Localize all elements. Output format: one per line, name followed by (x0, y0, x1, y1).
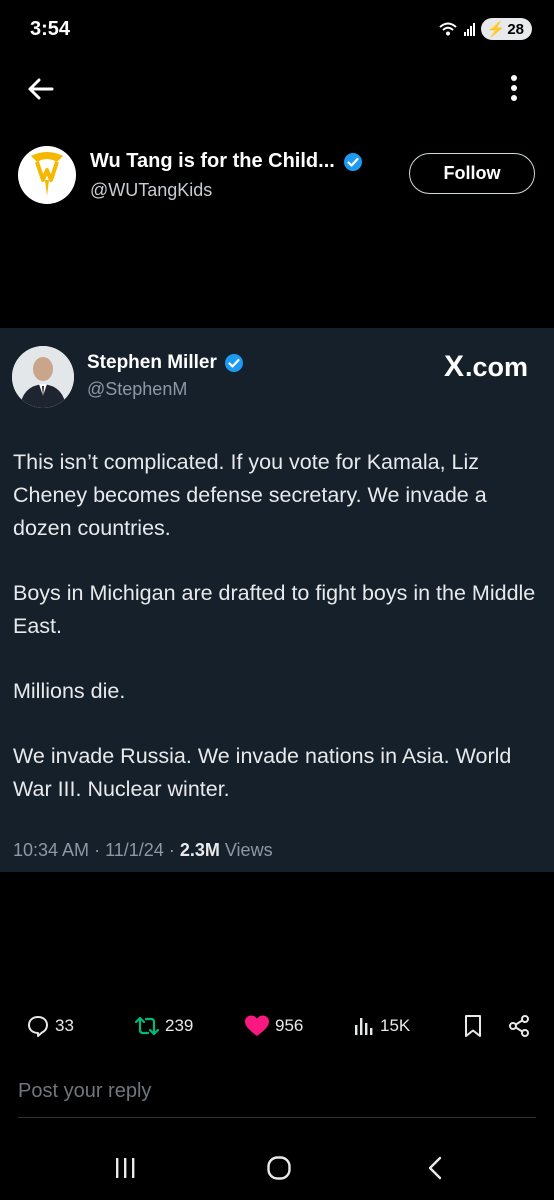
author-handle: @StephenM (87, 379, 188, 399)
post-paragraph: Boys in Michigan are drafted to fight bo… (13, 581, 536, 638)
post-paragraph: We invade Russia. We invade nations in A… (13, 744, 512, 801)
profile-avatar[interactable] (18, 146, 76, 204)
battery-level: 28 (507, 20, 524, 38)
brand-suffix: .com (464, 352, 528, 382)
post-paragraph: This isn’t complicated. If you vote for … (13, 450, 487, 540)
system-back-button[interactable] (418, 1150, 452, 1186)
battery-indicator: ⚡ 28 (480, 18, 532, 40)
separator: · (168, 840, 180, 860)
verified-badge-icon (224, 354, 243, 372)
status-icons: ⚡ 28 (438, 18, 532, 40)
action-bar: 33 239 956 15K (0, 1010, 554, 1042)
signal-icon (463, 22, 475, 36)
comment-icon (28, 1016, 48, 1037)
embedded-post-card[interactable]: Stephen Miller @StephenM X .com This isn’… (0, 328, 554, 872)
profile-name-row: Wu Tang is for the Child... (90, 150, 363, 173)
like-button[interactable]: 956 (244, 1010, 303, 1042)
bookmark-icon (465, 1015, 481, 1037)
chevron-left-icon (428, 1156, 442, 1180)
wu-tang-logo-icon (31, 152, 63, 196)
analytics-icon (355, 1018, 373, 1035)
reply-button[interactable]: 33 (26, 1010, 74, 1042)
author-name: Stephen Miller (87, 352, 217, 373)
vertical-dots-icon (511, 75, 517, 101)
recents-button[interactable] (108, 1150, 142, 1186)
post-meta: 10:34 AM · 11/1/24 · 2.3M Views (13, 840, 273, 861)
share-icon (509, 1015, 529, 1037)
separator: · (94, 840, 106, 860)
repost-icon (134, 1016, 160, 1036)
heart-icon (245, 1015, 269, 1036)
bookmark-button[interactable] (462, 1010, 484, 1042)
bolt-icon: ⚡ (486, 21, 506, 38)
recents-icon (116, 1158, 135, 1178)
profile-handle: @WUTangKids (90, 180, 213, 200)
x-logo-icon: X (443, 350, 464, 383)
back-button[interactable] (24, 72, 58, 106)
post-date: 11/1/24 (105, 840, 164, 860)
author-avatar (12, 346, 74, 408)
reply-count: 33 (55, 1016, 74, 1035)
arrow-left-icon (28, 78, 54, 100)
views-label: Views (224, 840, 273, 860)
follow-button[interactable]: Follow (409, 153, 535, 194)
author-name-row: Stephen Miller (87, 352, 244, 374)
profile-name: Wu Tang is for the Child... (90, 150, 335, 172)
repost-count: 239 (165, 1016, 194, 1035)
brand-logo: X .com (444, 350, 528, 384)
reply-input[interactable]: Post your reply (18, 1080, 151, 1103)
home-button[interactable] (262, 1150, 296, 1186)
more-options-button[interactable] (504, 72, 524, 106)
views-action-count: 15K (380, 1016, 411, 1035)
repost-button[interactable]: 239 (134, 1010, 193, 1042)
system-nav-bar (0, 1140, 554, 1200)
share-button[interactable] (507, 1010, 531, 1042)
post-text: This isn’t complicated. If you vote for … (13, 446, 543, 838)
reply-divider (18, 1117, 536, 1118)
views-button[interactable]: 15K (353, 1010, 410, 1042)
verified-badge-icon (343, 152, 362, 171)
status-time: 3:54 (30, 18, 71, 40)
person-photo-icon (12, 346, 74, 408)
post-time: 10:34 AM (13, 840, 90, 860)
post-paragraph: Millions die. (13, 679, 126, 703)
home-circle-icon (267, 1156, 291, 1180)
wifi-icon (438, 22, 457, 36)
like-count: 956 (275, 1016, 304, 1035)
views-count: 2.3M (179, 840, 220, 860)
